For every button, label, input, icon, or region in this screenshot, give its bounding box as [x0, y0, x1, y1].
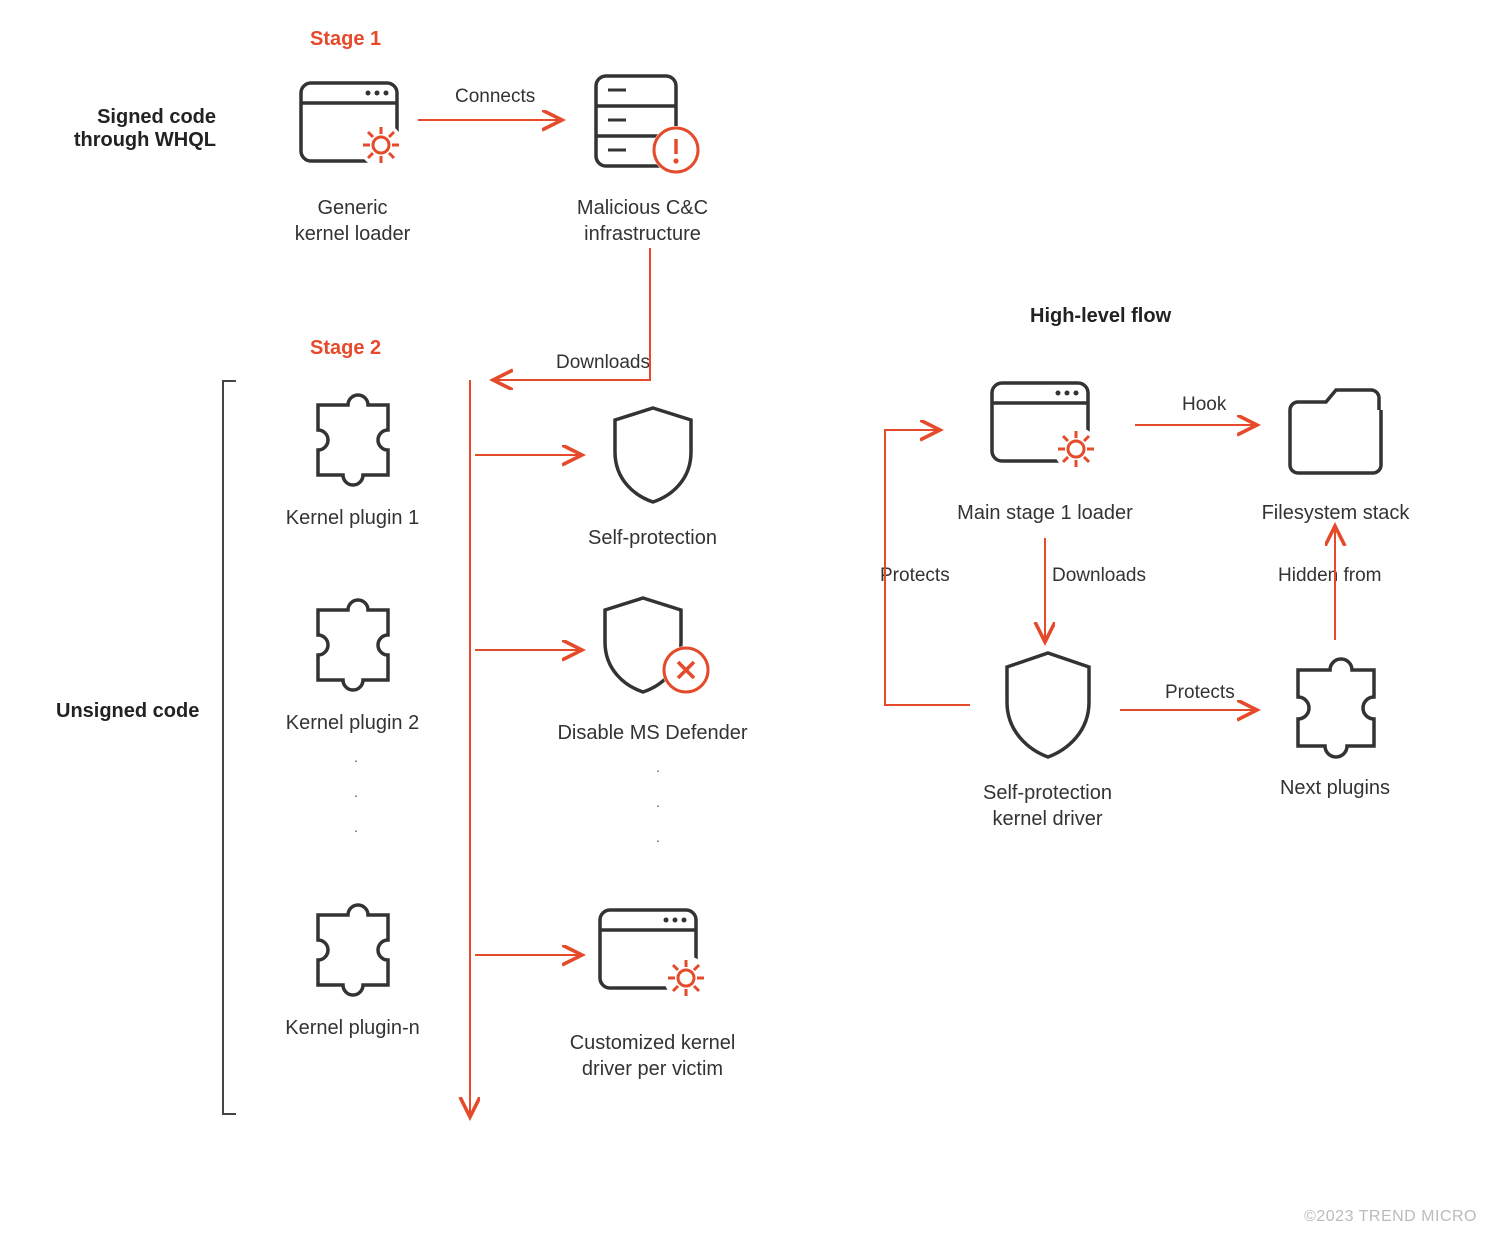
cnc-infrastructure-label: Malicious C&C infrastructure: [555, 195, 730, 247]
puzzle-icon: [1278, 650, 1393, 765]
puzzle-icon: [298, 895, 408, 1005]
custom-driver-label: Customized kernel driver per victim: [545, 1030, 760, 1082]
self-protection-node: Self-protection: [565, 400, 740, 551]
unsigned-code-label: Unsigned code: [56, 700, 199, 723]
folder-icon: [1278, 380, 1393, 490]
kernel-plugin-1-node: Kernel plugin 1: [270, 385, 435, 531]
kernel-plugin-1-label: Kernel plugin 1: [270, 505, 435, 531]
browser-gear-icon: [293, 75, 413, 185]
plugin-ellipsis: ...: [346, 740, 366, 845]
shield-icon: [603, 400, 703, 515]
kernel-plugin-n-node: Kernel plugin-n: [270, 895, 435, 1041]
action-ellipsis: ...: [648, 750, 668, 855]
server-alert-icon: [578, 70, 708, 185]
filesystem-stack-node: Filesystem stack: [1238, 380, 1433, 526]
custom-driver-node: Customized kernel driver per victim: [545, 900, 760, 1082]
shield-x-icon: [588, 590, 718, 710]
puzzle-icon: [298, 385, 408, 495]
cnc-infrastructure-node: Malicious C&C infrastructure: [555, 70, 730, 247]
sp-kernel-driver-node: Self-protection kernel driver: [945, 645, 1150, 832]
browser-gear-icon: [588, 900, 718, 1020]
next-plugins-label: Next plugins: [1255, 775, 1415, 801]
main-stage1-loader-label: Main stage 1 loader: [940, 500, 1150, 526]
stage-1-label: Stage 1: [310, 28, 381, 51]
kernel-plugin-2-node: Kernel plugin 2: [270, 590, 435, 736]
kernel-plugin-2-label: Kernel plugin 2: [270, 710, 435, 736]
hidden-from-edge-label: Hidden from: [1278, 565, 1382, 587]
puzzle-icon: [298, 590, 408, 700]
disable-defender-label: Disable MS Defender: [545, 720, 760, 746]
next-plugins-node: Next plugins: [1255, 650, 1415, 801]
downloads2-edge-label: Downloads: [1052, 565, 1146, 587]
protects2-edge-label: Protects: [1165, 682, 1235, 704]
disable-defender-node: Disable MS Defender: [545, 590, 760, 746]
connects-edge-label: Connects: [455, 86, 535, 108]
kernel-plugin-n-label: Kernel plugin-n: [270, 1015, 435, 1041]
high-level-flow-label: High-level flow: [1030, 305, 1171, 328]
shield-icon: [993, 645, 1103, 770]
unsigned-bracket: [222, 380, 236, 1115]
hook-edge-label: Hook: [1182, 394, 1226, 416]
generic-kernel-loader-label: Generic kernel loader: [275, 195, 430, 247]
stage-2-label: Stage 2: [310, 337, 381, 360]
self-protection-label: Self-protection: [565, 525, 740, 551]
downloads-edge-label: Downloads: [556, 352, 650, 374]
main-stage1-loader-node: Main stage 1 loader: [940, 375, 1150, 526]
signed-whql-label: Signed code through WHQL: [56, 106, 216, 152]
protects-edge-label: Protects: [880, 565, 950, 587]
sp-kernel-driver-label: Self-protection kernel driver: [945, 780, 1150, 832]
generic-kernel-loader-node: Generic kernel loader: [275, 75, 430, 247]
filesystem-stack-label: Filesystem stack: [1238, 500, 1433, 526]
browser-gear-icon: [980, 375, 1110, 490]
copyright-footer: ©2023 TREND MICRO: [1304, 1208, 1477, 1226]
